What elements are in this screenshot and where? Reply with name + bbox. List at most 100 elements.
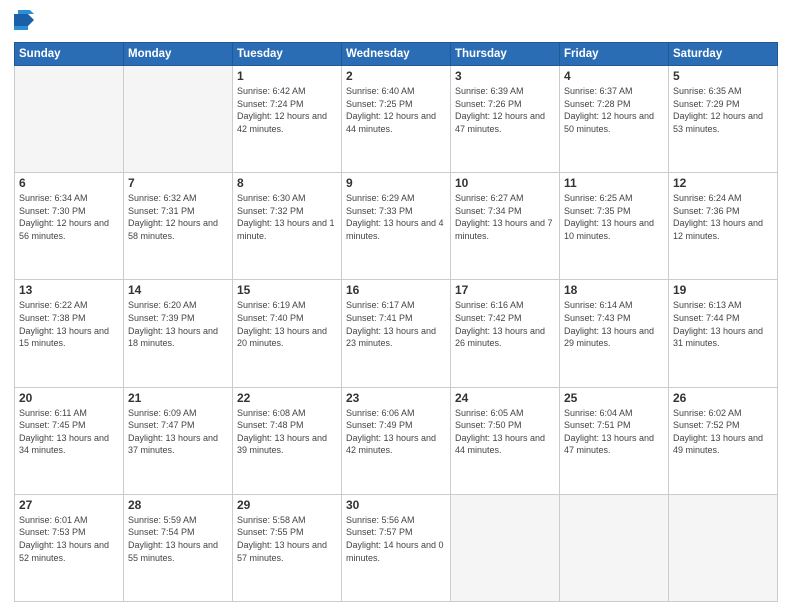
day-info: Sunrise: 6:11 AMSunset: 7:45 PMDaylight:…	[19, 407, 119, 457]
week-row-4: 27Sunrise: 6:01 AMSunset: 7:53 PMDayligh…	[15, 494, 778, 601]
day-number: 3	[455, 69, 555, 83]
day-info: Sunrise: 6:20 AMSunset: 7:39 PMDaylight:…	[128, 299, 228, 349]
calendar-cell-3-1: 21Sunrise: 6:09 AMSunset: 7:47 PMDayligh…	[124, 387, 233, 494]
calendar-cell-4-5	[560, 494, 669, 601]
calendar-cell-1-6: 12Sunrise: 6:24 AMSunset: 7:36 PMDayligh…	[669, 173, 778, 280]
weekday-header-friday: Friday	[560, 43, 669, 66]
day-number: 22	[237, 391, 337, 405]
calendar-cell-2-3: 16Sunrise: 6:17 AMSunset: 7:41 PMDayligh…	[342, 280, 451, 387]
logo-icon	[14, 10, 34, 34]
week-row-2: 13 Sunrise: 6:22 AMSunset: 7:38 PMDayligh…	[15, 280, 778, 387]
day-number: 15	[237, 283, 337, 297]
day-number: 13	[19, 283, 119, 297]
calendar-cell-3-2: 22 Sunrise: 6:08 AMSunset: 7:48 PMDayligh…	[233, 387, 342, 494]
calendar-cell-0-6: 5Sunrise: 6:35 AMSunset: 7:29 PMDaylight…	[669, 66, 778, 173]
day-info: Sunrise: 6:02 AMSunset: 7:52 PMDaylight:…	[673, 407, 773, 457]
calendar-cell-0-0	[15, 66, 124, 173]
calendar-cell-1-1: 7 Sunrise: 6:32 AMSunset: 7:31 PMDaylight…	[124, 173, 233, 280]
calendar-cell-4-1: 28 Sunrise: 5:59 AMSunset: 7:54 PMDayligh…	[124, 494, 233, 601]
calendar-cell-4-2: 29 Sunrise: 5:58 AMSunset: 7:55 PMDayligh…	[233, 494, 342, 601]
calendar-cell-0-1	[124, 66, 233, 173]
day-info: Sunrise: 6:37 AMSunset: 7:28 PMDaylight:…	[564, 85, 664, 135]
day-info: Sunrise: 5:58 AMSunset: 7:55 PMDaylight:…	[237, 514, 337, 564]
day-info: Sunrise: 6:25 AMSunset: 7:35 PMDaylight:…	[564, 192, 664, 242]
calendar-cell-1-2: 8 Sunrise: 6:30 AMSunset: 7:32 PMDaylight…	[233, 173, 342, 280]
calendar-cell-2-5: 18 Sunrise: 6:14 AMSunset: 7:43 PMDayligh…	[560, 280, 669, 387]
calendar-cell-2-4: 17 Sunrise: 6:16 AMSunset: 7:42 PMDayligh…	[451, 280, 560, 387]
day-number: 21	[128, 391, 228, 405]
day-number: 20	[19, 391, 119, 405]
day-number: 7	[128, 176, 228, 190]
day-number: 6	[19, 176, 119, 190]
week-row-3: 20 Sunrise: 6:11 AMSunset: 7:45 PMDayligh…	[15, 387, 778, 494]
day-number: 14	[128, 283, 228, 297]
calendar-cell-2-2: 15 Sunrise: 6:19 AMSunset: 7:40 PMDayligh…	[233, 280, 342, 387]
day-info: Sunrise: 6:34 AMSunset: 7:30 PMDaylight:…	[19, 192, 119, 242]
day-info: Sunrise: 6:30 AMSunset: 7:32 PMDaylight:…	[237, 192, 337, 242]
day-info: Sunrise: 6:17 AMSunset: 7:41 PMDaylight:…	[346, 299, 446, 349]
day-number: 25	[564, 391, 664, 405]
calendar-cell-4-6	[669, 494, 778, 601]
weekday-header-tuesday: Tuesday	[233, 43, 342, 66]
calendar-cell-2-1: 14 Sunrise: 6:20 AMSunset: 7:39 PMDayligh…	[124, 280, 233, 387]
calendar-cell-3-5: 25 Sunrise: 6:04 AMSunset: 7:51 PMDayligh…	[560, 387, 669, 494]
day-number: 17	[455, 283, 555, 297]
calendar-cell-4-3: 30 Sunrise: 5:56 AMSunset: 7:57 PMDayligh…	[342, 494, 451, 601]
day-number: 18	[564, 283, 664, 297]
weekday-header-monday: Monday	[124, 43, 233, 66]
calendar-cell-3-6: 26 Sunrise: 6:02 AMSunset: 7:52 PMDayligh…	[669, 387, 778, 494]
day-info: Sunrise: 6:19 AMSunset: 7:40 PMDaylight:…	[237, 299, 337, 349]
calendar-cell-4-0: 27Sunrise: 6:01 AMSunset: 7:53 PMDayligh…	[15, 494, 124, 601]
day-info: Sunrise: 5:56 AMSunset: 7:57 PMDaylight:…	[346, 514, 446, 564]
calendar-cell-1-3: 9Sunrise: 6:29 AMSunset: 7:33 PMDaylight…	[342, 173, 451, 280]
day-number: 30	[346, 498, 446, 512]
day-info: Sunrise: 6:24 AMSunset: 7:36 PMDaylight:…	[673, 192, 773, 242]
calendar-cell-3-4: 24Sunrise: 6:05 AMSunset: 7:50 PMDayligh…	[451, 387, 560, 494]
week-row-0: 1 Sunrise: 6:42 AMSunset: 7:24 PMDaylight…	[15, 66, 778, 173]
day-info: Sunrise: 6:08 AMSunset: 7:48 PMDaylight:…	[237, 407, 337, 457]
page: SundayMondayTuesdayWednesdayThursdayFrid…	[0, 0, 792, 612]
day-info: Sunrise: 6:04 AMSunset: 7:51 PMDaylight:…	[564, 407, 664, 457]
day-info: Sunrise: 6:16 AMSunset: 7:42 PMDaylight:…	[455, 299, 555, 349]
calendar-cell-0-3: 2 Sunrise: 6:40 AMSunset: 7:25 PMDaylight…	[342, 66, 451, 173]
calendar-cell-1-4: 10Sunrise: 6:27 AMSunset: 7:34 PMDayligh…	[451, 173, 560, 280]
day-number: 8	[237, 176, 337, 190]
day-number: 26	[673, 391, 773, 405]
calendar-cell-0-4: 3 Sunrise: 6:39 AMSunset: 7:26 PMDaylight…	[451, 66, 560, 173]
day-number: 1	[237, 69, 337, 83]
calendar-cell-2-0: 13 Sunrise: 6:22 AMSunset: 7:38 PMDayligh…	[15, 280, 124, 387]
calendar-table: SundayMondayTuesdayWednesdayThursdayFrid…	[14, 42, 778, 602]
weekday-header-wednesday: Wednesday	[342, 43, 451, 66]
calendar-cell-1-5: 11Sunrise: 6:25 AMSunset: 7:35 PMDayligh…	[560, 173, 669, 280]
day-info: Sunrise: 5:59 AMSunset: 7:54 PMDaylight:…	[128, 514, 228, 564]
calendar-cell-0-5: 4Sunrise: 6:37 AMSunset: 7:28 PMDaylight…	[560, 66, 669, 173]
day-info: Sunrise: 6:29 AMSunset: 7:33 PMDaylight:…	[346, 192, 446, 242]
logo	[14, 10, 38, 34]
day-number: 19	[673, 283, 773, 297]
calendar-cell-1-0: 6 Sunrise: 6:34 AMSunset: 7:30 PMDaylight…	[15, 173, 124, 280]
calendar-cell-4-4	[451, 494, 560, 601]
day-info: Sunrise: 6:39 AMSunset: 7:26 PMDaylight:…	[455, 85, 555, 135]
day-info: Sunrise: 6:35 AMSunset: 7:29 PMDaylight:…	[673, 85, 773, 135]
weekday-header-thursday: Thursday	[451, 43, 560, 66]
day-info: Sunrise: 6:40 AMSunset: 7:25 PMDaylight:…	[346, 85, 446, 135]
day-number: 29	[237, 498, 337, 512]
day-number: 24	[455, 391, 555, 405]
day-info: Sunrise: 6:22 AMSunset: 7:38 PMDaylight:…	[19, 299, 119, 349]
day-number: 28	[128, 498, 228, 512]
day-number: 23	[346, 391, 446, 405]
week-row-1: 6 Sunrise: 6:34 AMSunset: 7:30 PMDaylight…	[15, 173, 778, 280]
calendar-cell-3-0: 20 Sunrise: 6:11 AMSunset: 7:45 PMDayligh…	[15, 387, 124, 494]
weekday-header-saturday: Saturday	[669, 43, 778, 66]
day-number: 10	[455, 176, 555, 190]
day-info: Sunrise: 6:14 AMSunset: 7:43 PMDaylight:…	[564, 299, 664, 349]
weekday-header-row: SundayMondayTuesdayWednesdayThursdayFrid…	[15, 43, 778, 66]
day-info: Sunrise: 6:42 AMSunset: 7:24 PMDaylight:…	[237, 85, 337, 135]
day-info: Sunrise: 6:06 AMSunset: 7:49 PMDaylight:…	[346, 407, 446, 457]
day-number: 2	[346, 69, 446, 83]
day-info: Sunrise: 6:13 AMSunset: 7:44 PMDaylight:…	[673, 299, 773, 349]
day-info: Sunrise: 6:32 AMSunset: 7:31 PMDaylight:…	[128, 192, 228, 242]
calendar-cell-2-6: 19 Sunrise: 6:13 AMSunset: 7:44 PMDayligh…	[669, 280, 778, 387]
day-info: Sunrise: 6:01 AMSunset: 7:53 PMDaylight:…	[19, 514, 119, 564]
header	[14, 10, 778, 34]
